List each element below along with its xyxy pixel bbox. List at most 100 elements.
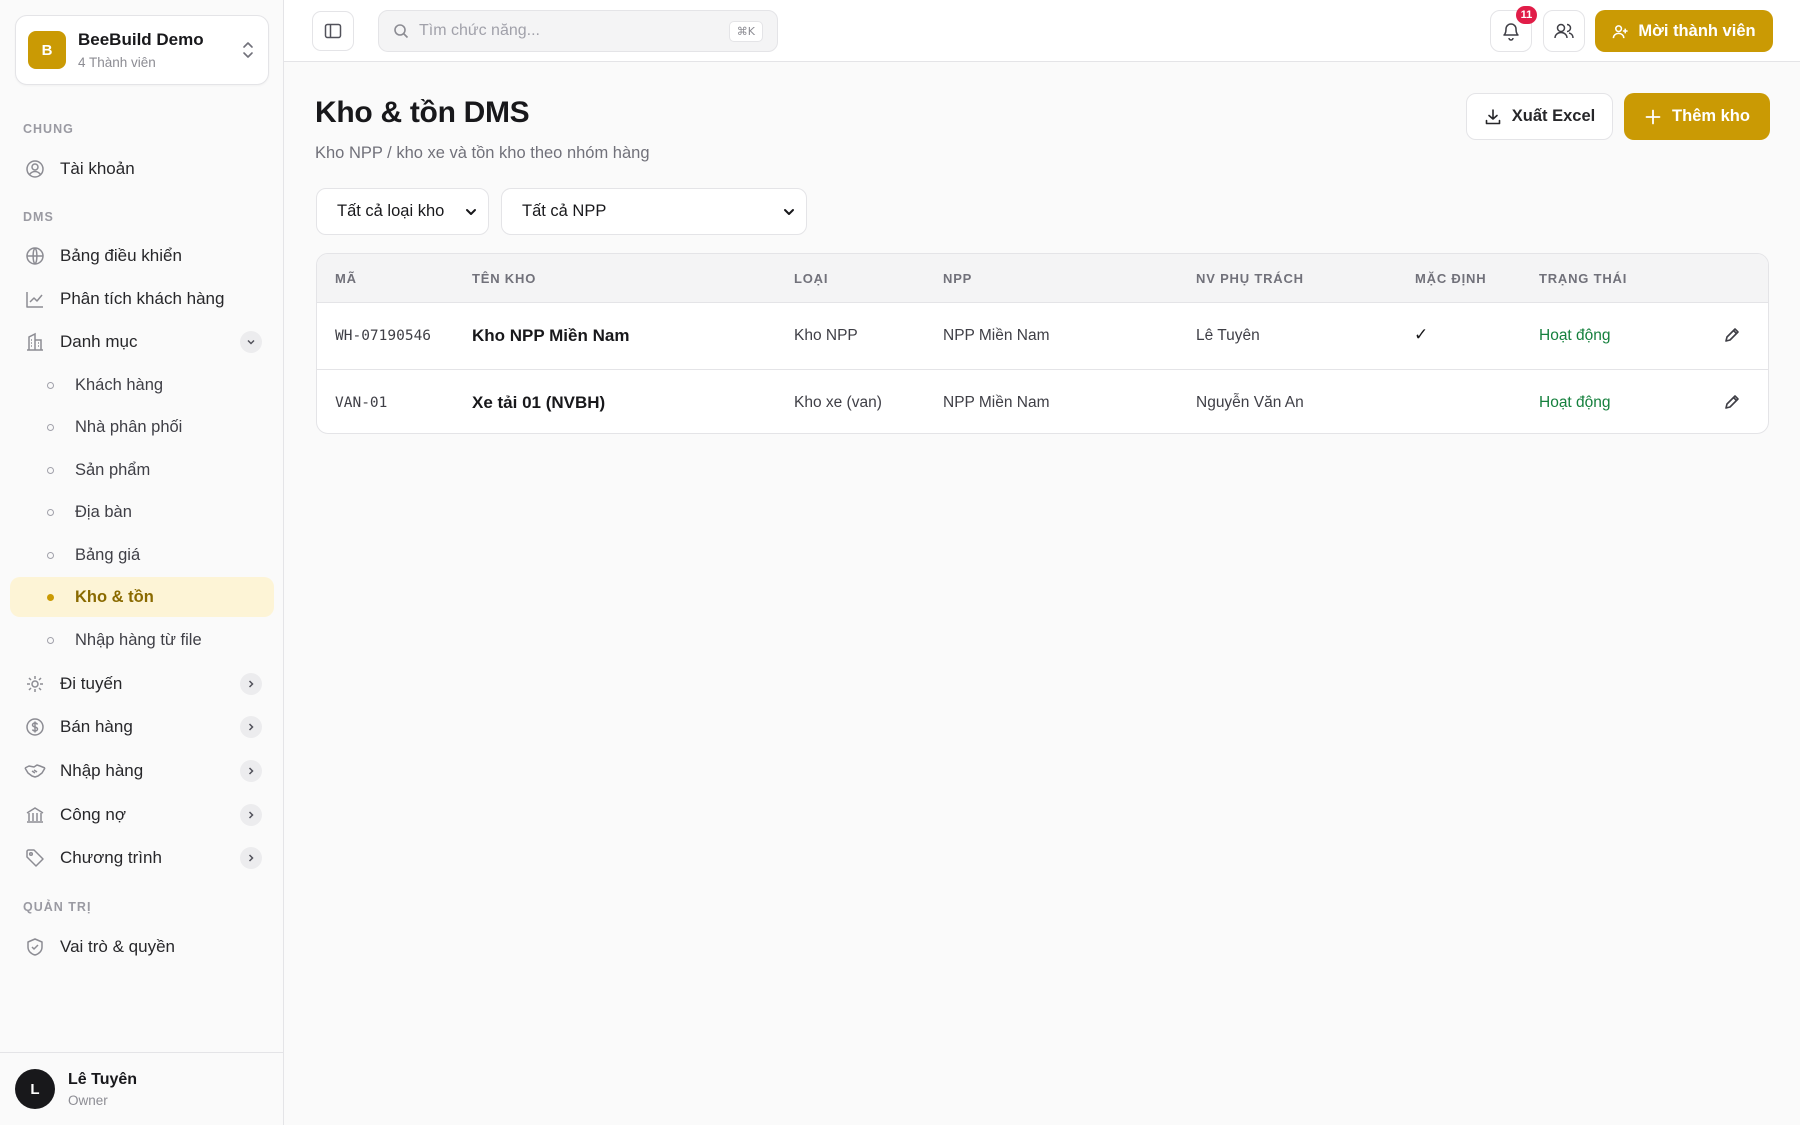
sidebar-item-label: Nhập hàng xyxy=(60,761,144,780)
handshake-icon xyxy=(24,760,46,782)
chevron-down-icon[interactable] xyxy=(240,331,262,353)
bullet-icon xyxy=(47,637,54,644)
panel-left-icon xyxy=(324,23,342,39)
chevron-right-icon[interactable] xyxy=(240,716,262,738)
distributor-select[interactable]: Tất cả NPP xyxy=(501,188,807,235)
shield-check-icon xyxy=(24,936,46,958)
sidebar-item-purchasing[interactable]: Nhập hàng xyxy=(10,751,274,791)
workspace-logo: B xyxy=(28,31,66,69)
user-plus-icon xyxy=(1613,24,1629,38)
table-row[interactable]: WH-07190546 Kho NPP Miền Nam Kho NPP NPP… xyxy=(317,303,1768,369)
sidebar-subitem-price-list[interactable]: Bảng giá xyxy=(10,535,274,575)
table-header: MÃ TÊN KHO LOẠI NPP NV PHỤ TRÁCH MẶC ĐỊN… xyxy=(317,254,1768,303)
page-subtitle: Kho NPP / kho xe và tồn kho theo nhóm hà… xyxy=(315,144,650,162)
members-button[interactable] xyxy=(1543,10,1585,52)
sidebar-item-routing[interactable]: Đi tuyến xyxy=(10,664,274,704)
page-title: Kho & tồn DMS xyxy=(315,96,530,129)
sidebar-item-label: Chương trình xyxy=(60,848,162,867)
cell-code: WH-07190546 xyxy=(335,328,432,344)
invite-member-button[interactable]: Mời thành viên xyxy=(1595,10,1773,52)
sidebar-subitem-customers[interactable]: Khách hàng xyxy=(10,365,274,405)
bullet-icon xyxy=(47,509,54,516)
chevron-down-icon xyxy=(466,208,476,215)
satellite-icon xyxy=(24,673,46,695)
sidebar-item-catalog[interactable]: Danh mục xyxy=(10,322,274,362)
column-header-default[interactable]: MẶC ĐỊNH xyxy=(1415,271,1486,286)
cell-type: Kho xe (van) xyxy=(794,394,882,411)
sidebar-subitem-distributors[interactable]: Nhà phân phối xyxy=(10,407,274,447)
column-header-npp[interactable]: NPP xyxy=(943,271,972,286)
sidebar-item-label: Danh mục xyxy=(60,332,138,351)
bullet-icon xyxy=(47,467,54,474)
sidebar-item-label: Vai trò & quyền xyxy=(60,937,175,956)
column-header-staff[interactable]: NV PHỤ TRÁCH xyxy=(1196,271,1304,286)
edit-icon[interactable] xyxy=(1721,391,1743,413)
dollar-circle-icon xyxy=(24,716,46,738)
bullet-icon xyxy=(47,552,54,559)
sidebar-subitem-label: Khách hàng xyxy=(75,375,164,394)
search-shortcut-hint: ⌘K xyxy=(728,20,763,42)
status-badge: Hoạt động xyxy=(1539,394,1611,411)
table-row[interactable]: VAN-01 Xe tải 01 (NVBH) Kho xe (van) NPP… xyxy=(317,369,1768,433)
sidebar-item-sales[interactable]: Bán hàng xyxy=(10,707,274,747)
sidebar-item-customer-analytics[interactable]: Phân tích khách hàng xyxy=(10,279,274,319)
tag-icon xyxy=(24,847,46,869)
bullet-icon xyxy=(47,382,54,389)
workspace-switcher[interactable]: B BeeBuild Demo 4 Thành viên xyxy=(15,15,269,85)
export-excel-label: Xuất Excel xyxy=(1511,107,1596,125)
sidebar-subitem-import-file[interactable]: Nhập hàng từ file xyxy=(10,620,274,660)
chevron-right-icon[interactable] xyxy=(240,760,262,782)
sidebar-subitem-label: Kho & tồn xyxy=(75,587,154,606)
add-warehouse-button[interactable]: Thêm kho xyxy=(1624,93,1770,140)
sidebar-item-label: Bảng điều khiển xyxy=(60,246,182,265)
sidebar-item-account[interactable]: Tài khoản xyxy=(10,149,274,189)
bell-icon xyxy=(1503,23,1519,41)
cell-type: Kho NPP xyxy=(794,327,858,344)
invite-member-label: Mời thành viên xyxy=(1638,21,1756,40)
globe-icon xyxy=(24,245,46,267)
cell-npp: NPP Miền Nam xyxy=(943,394,1050,411)
column-header-type[interactable]: LOẠI xyxy=(794,271,828,286)
sidebar-subitem-label: Nhà phân phối xyxy=(75,417,183,436)
sidebar-item-dashboard[interactable]: Bảng điều khiển xyxy=(10,236,274,276)
sidebar-item-debt[interactable]: Công nợ xyxy=(10,795,274,835)
column-header-status[interactable]: TRẠNG THÁI xyxy=(1539,271,1627,286)
section-label-general: CHUNG xyxy=(23,122,74,136)
sidebar-subitem-territories[interactable]: Địa bàn xyxy=(10,492,274,532)
notifications-button[interactable]: 11 xyxy=(1490,6,1537,52)
chevron-right-icon[interactable] xyxy=(240,804,262,826)
sidebar: B BeeBuild Demo 4 Thành viên CHUNG Tài k… xyxy=(0,0,284,1125)
edit-icon[interactable] xyxy=(1721,324,1743,346)
distributor-value: Tất cả NPP xyxy=(522,202,607,220)
sidebar-item-programs[interactable]: Chương trình xyxy=(10,838,274,878)
sidebar-item-roles[interactable]: Vai trò & quyền xyxy=(10,927,274,967)
notification-count-badge: 11 xyxy=(1516,6,1537,24)
line-chart-icon xyxy=(24,288,46,310)
sidebar-subitem-products[interactable]: Sản phẩm xyxy=(10,450,274,490)
cell-npp: NPP Miền Nam xyxy=(943,327,1050,344)
sidebar-item-label: Tài khoản xyxy=(60,159,135,178)
column-header-code[interactable]: MÃ xyxy=(335,271,357,286)
user-menu[interactable]: L Lê Tuyên Owner xyxy=(0,1052,284,1125)
search-box[interactable]: ⌘K xyxy=(378,10,778,52)
sidebar-subitem-warehouse[interactable]: Kho & tồn xyxy=(10,577,274,617)
sidebar-toggle-button[interactable] xyxy=(312,11,354,51)
avatar: L xyxy=(15,1069,55,1109)
sidebar-item-label: Phân tích khách hàng xyxy=(60,289,225,308)
chevrons-up-down-icon xyxy=(243,42,253,58)
users-icon xyxy=(1554,23,1574,39)
status-badge: Hoạt động xyxy=(1539,327,1611,344)
sidebar-item-label: Công nợ xyxy=(60,805,126,824)
search-input[interactable] xyxy=(419,22,729,40)
cell-name[interactable]: Kho NPP Miền Nam xyxy=(472,326,629,346)
topbar: ⌘K 11 Mời thành viên xyxy=(284,0,1800,62)
add-warehouse-label: Thêm kho xyxy=(1672,107,1750,125)
export-excel-button[interactable]: Xuất Excel xyxy=(1466,93,1613,140)
warehouse-type-select[interactable]: Tất cả loại kho xyxy=(316,188,489,235)
sidebar-item-label: Bán hàng xyxy=(60,717,133,736)
cell-name[interactable]: Xe tải 01 (NVBH) xyxy=(472,393,605,413)
chevron-right-icon[interactable] xyxy=(240,847,262,869)
column-header-name[interactable]: TÊN KHO xyxy=(472,271,536,286)
chevron-right-icon[interactable] xyxy=(240,673,262,695)
bank-icon xyxy=(24,804,46,826)
